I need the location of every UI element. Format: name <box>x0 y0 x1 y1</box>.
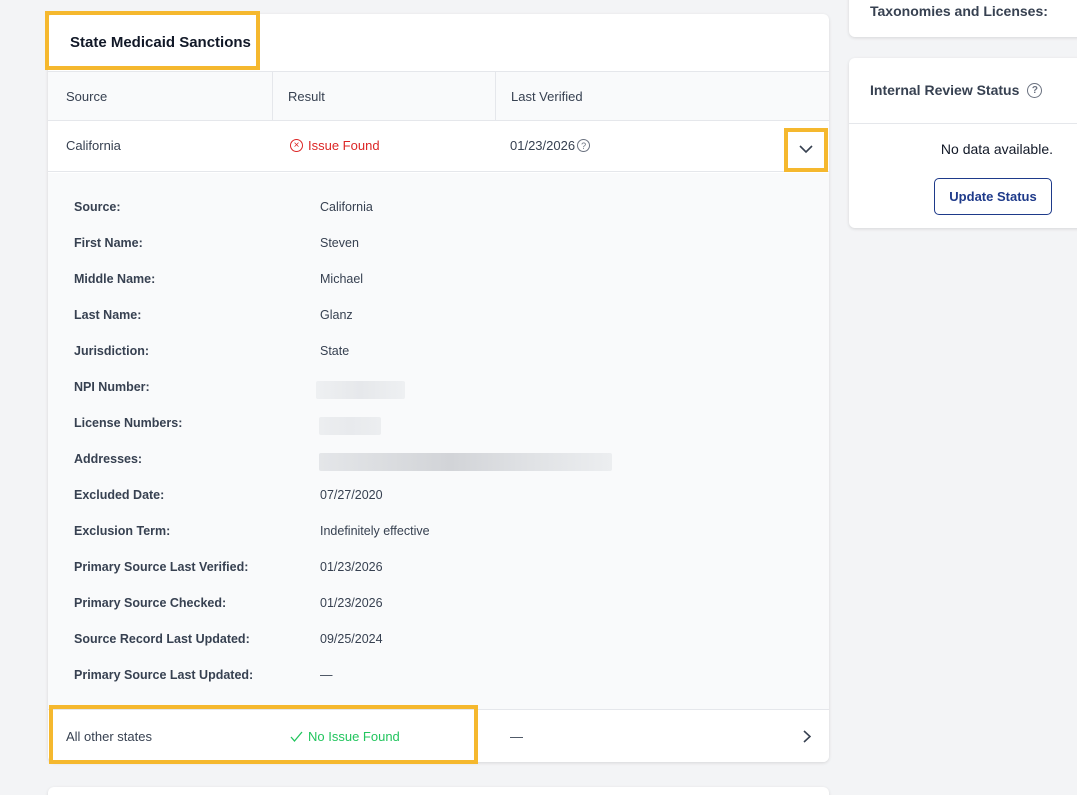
detail-label: Primary Source Checked: <box>74 596 227 610</box>
detail-row-license-numbers: License Numbers: <box>48 405 829 441</box>
chevron-right-icon <box>803 730 812 743</box>
expand-row-button[interactable] <box>803 730 812 748</box>
detail-row-middle-name: Middle Name: Michael <box>48 261 829 297</box>
internal-review-title: Internal Review Status ? <box>870 82 1043 98</box>
detail-row-primary-source-last-verified: Primary Source Last Verified: 01/23/2026 <box>48 549 829 585</box>
detail-label: NPI Number: <box>74 380 150 394</box>
error-circle-icon: × <box>290 139 303 152</box>
detail-value: 01/23/2026 <box>320 560 383 574</box>
next-section-card <box>48 787 829 795</box>
card-title: State Medicaid Sanctions <box>70 34 251 51</box>
detail-value: Indefinitely effective <box>320 524 430 538</box>
table-row-all-other-states[interactable]: All other states No Issue Found — <box>48 709 829 762</box>
detail-row-source-record-last-updated: Source Record Last Updated: 09/25/2024 <box>48 621 829 657</box>
row-last-verified: 01/23/2026 ? <box>510 138 591 153</box>
table-row-california[interactable]: California × Issue Found 01/23/2026 ? <box>48 121 829 172</box>
internal-review-status-card: Internal Review Status ? No data availab… <box>849 58 1077 228</box>
detail-label: Addresses: <box>74 452 143 466</box>
detail-row-jurisdiction: Jurisdiction: State <box>48 333 829 369</box>
detail-label: Primary Source Last Updated: <box>74 668 254 682</box>
detail-value: California <box>320 200 373 214</box>
column-header-last-verified: Last Verified <box>511 89 583 104</box>
row-result-issue: × Issue Found <box>290 138 380 153</box>
help-icon[interactable]: ? <box>577 139 591 152</box>
detail-row-addresses: Addresses: <box>48 441 829 477</box>
detail-label: Excluded Date: <box>74 488 165 502</box>
state-medicaid-sanctions-card: State Medicaid Sanctions Source Result L… <box>45 11 829 764</box>
detail-value: 07/27/2020 <box>320 488 383 502</box>
detail-value: — <box>320 668 333 682</box>
column-divider <box>495 72 496 121</box>
redacted-address <box>319 453 612 471</box>
detail-row-exclusion-term: Exclusion Term: Indefinitely effective <box>48 513 829 549</box>
card-header: State Medicaid Sanctions <box>48 14 829 72</box>
column-header-result: Result <box>288 89 325 104</box>
detail-value: Michael <box>320 272 364 286</box>
internal-review-title-text: Internal Review Status <box>870 82 1020 98</box>
taxonomies-card: Taxonomies and Licenses: <box>849 0 1077 37</box>
taxonomies-title: Taxonomies and Licenses: <box>870 3 1048 19</box>
detail-label: Source: <box>74 200 121 214</box>
detail-row-primary-source-checked: Primary Source Checked: 01/23/2026 <box>48 585 829 621</box>
detail-label: Primary Source Last Verified: <box>74 560 249 574</box>
column-header-source: Source <box>66 89 108 104</box>
collapse-row-button[interactable] <box>787 130 825 168</box>
redacted-license <box>319 417 381 435</box>
detail-label: Middle Name: <box>74 272 156 286</box>
checkmark-icon <box>290 731 303 742</box>
detail-panel: Source: California First Name: Steven Mi… <box>48 173 829 709</box>
detail-value: Steven <box>320 236 359 250</box>
row-result-label: No Issue Found <box>308 729 400 744</box>
detail-value: 01/23/2026 <box>320 596 383 610</box>
detail-row-first-name: First Name: Steven <box>48 225 829 261</box>
detail-label: Source Record Last Updated: <box>74 632 250 646</box>
row-result-label: Issue Found <box>308 138 380 153</box>
detail-label: Jurisdiction: <box>74 344 150 358</box>
detail-row-last-name: Last Name: Glanz <box>48 297 829 333</box>
detail-label: License Numbers: <box>74 416 183 430</box>
row-last-verified-value: 01/23/2026 <box>510 138 576 153</box>
side-card-header: Internal Review Status ? <box>849 58 1077 124</box>
detail-value: State <box>320 344 350 358</box>
table-header: Source Result Last Verified <box>48 72 829 121</box>
detail-row-npi-number: NPI Number: <box>48 369 829 405</box>
detail-row-primary-source-last-updated: Primary Source Last Updated: — <box>48 657 829 693</box>
chevron-down-icon <box>799 144 813 153</box>
redacted-npi <box>316 381 405 399</box>
detail-value: 09/25/2024 <box>320 632 383 646</box>
update-status-button[interactable]: Update Status <box>934 178 1052 215</box>
help-icon[interactable]: ? <box>1027 82 1043 98</box>
column-divider <box>272 72 273 121</box>
detail-row-source: Source: California <box>48 189 829 225</box>
detail-label: Last Name: <box>74 308 142 322</box>
row-source: California <box>66 138 121 153</box>
detail-row-excluded-date: Excluded Date: 07/27/2020 <box>48 477 829 513</box>
detail-label: First Name: <box>74 236 143 250</box>
detail-value: Glanz <box>320 308 353 322</box>
row-source: All other states <box>66 729 152 744</box>
row-result-no-issue: No Issue Found <box>290 729 400 744</box>
detail-label: Exclusion Term: <box>74 524 171 538</box>
no-data-text: No data available. <box>940 141 1053 157</box>
row-last-verified: — <box>510 729 523 744</box>
